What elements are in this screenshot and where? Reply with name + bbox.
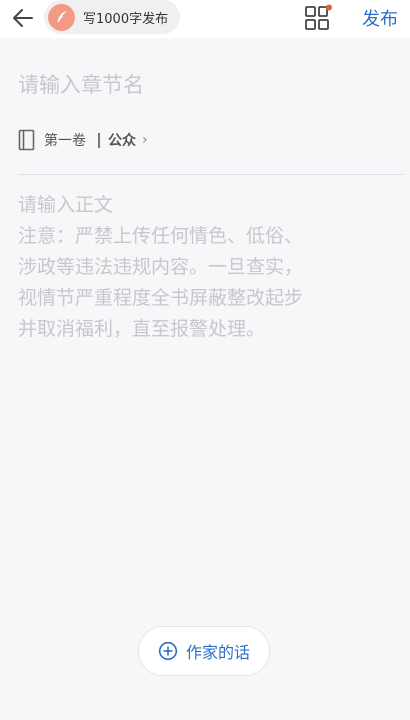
- author-note-label: 作家的话: [185, 643, 250, 662]
- chevron-right-icon: ›: [142, 132, 148, 148]
- publish-button[interactable]: 发布: [362, 5, 398, 31]
- volume-separator: [98, 132, 100, 148]
- notification-dot: [326, 4, 332, 11]
- arrow-left-icon: [13, 9, 33, 27]
- volume-sub-label: 公众: [108, 133, 136, 149]
- body-placeholder-line: 视情节严重程度全书屏蔽整改起步: [18, 287, 304, 309]
- body-text-input[interactable]: 请输入正文 注意：严禁上传任何情色、低俗、 涉政等违法违规内容。一旦查实， 视情…: [18, 190, 398, 345]
- top-bar: 写1000字发布 发布: [0, 0, 410, 38]
- divider: [18, 174, 404, 175]
- body-placeholder-line: 涉政等违法违规内容。一旦查实，: [18, 256, 304, 278]
- apps-grid-button[interactable]: [304, 4, 332, 32]
- plus-circle-icon: [158, 641, 178, 661]
- word-target-label: 写1000字发布: [83, 11, 169, 27]
- body-placeholder-line: 注意：严禁上传任何情色、低俗、: [18, 225, 304, 247]
- back-button[interactable]: [10, 5, 36, 31]
- volume-name: 第一卷: [44, 133, 86, 149]
- grid-apps-icon: [305, 4, 332, 30]
- chapter-title-input[interactable]: [18, 70, 398, 100]
- word-target-pill[interactable]: 写1000字发布: [44, 0, 180, 34]
- quill-pen-icon: [48, 3, 75, 31]
- book-icon: [18, 129, 35, 151]
- volume-selector[interactable]: 第一卷 公众 ›: [18, 128, 148, 152]
- body-placeholder-line: 请输入正文: [18, 194, 114, 216]
- body-placeholder-line: 并取消福利，直至报警处理。: [18, 318, 266, 340]
- author-note-button[interactable]: 作家的话: [138, 626, 270, 676]
